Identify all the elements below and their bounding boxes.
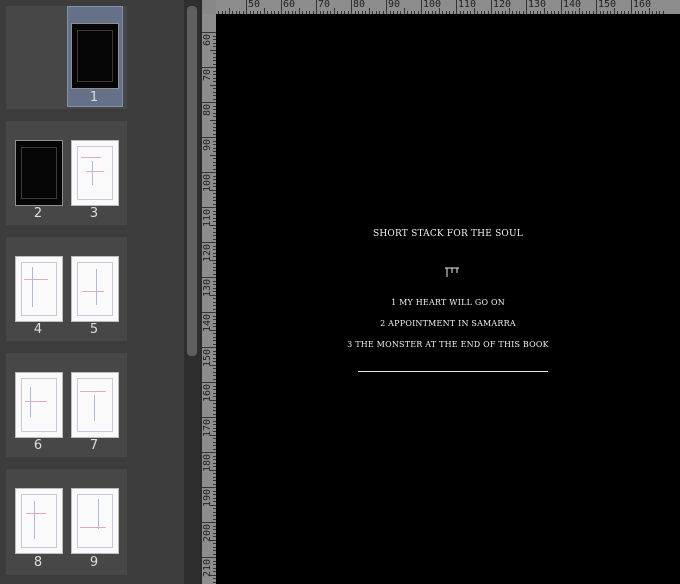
ruler-major-tick <box>386 0 387 14</box>
ruler-major-tick <box>202 207 216 208</box>
ornament-icon <box>445 267 459 277</box>
ruler-label: 80 <box>202 103 213 116</box>
spread-pages-4-5[interactable]: 4 5 <box>6 237 127 341</box>
spread-page-1[interactable]: 1 <box>6 6 127 109</box>
page-number-label: 9 <box>89 555 99 570</box>
page-thumbnail-8[interactable] <box>15 488 63 554</box>
page-thumbnail-1[interactable] <box>71 23 119 89</box>
horizontal-ruler: 50 60 70 80 90 100 110 120 130 140 150 160 <box>216 0 680 14</box>
toc-entry-1: 1 MY HEART WILL GO ON <box>391 298 505 307</box>
ruler-major-tick <box>202 382 216 383</box>
page-canvas[interactable]: SHORT STACK FOR THE SOUL 1 MY HEART WILL… <box>216 14 680 584</box>
page-number-label: 6 <box>33 438 43 453</box>
toc-entry-2: 2 APPOINTMENT IN SAMARRA <box>380 319 516 328</box>
ruler-label: 90 <box>388 0 401 10</box>
ruler-major-tick <box>526 0 527 14</box>
ruler-label: 60 <box>202 33 213 46</box>
ruler-major-tick <box>202 452 216 453</box>
page-number-label: 5 <box>89 322 99 337</box>
ruler-major-tick <box>202 347 216 348</box>
ruler-major-tick <box>202 32 216 33</box>
ruler-label: 70 <box>202 68 213 81</box>
page-thumbnail-3[interactable] <box>71 140 119 206</box>
divider-rule <box>358 371 548 372</box>
spread-pages-2-3[interactable]: 2 3 <box>6 121 127 225</box>
page-thumbnail-9[interactable] <box>71 488 119 554</box>
page-thumbnail-5[interactable] <box>71 256 119 322</box>
ruler-major-tick <box>202 172 216 173</box>
ruler-major-tick <box>246 0 247 14</box>
ruler-major-tick <box>202 277 216 278</box>
ruler-major-tick <box>351 0 352 14</box>
ruler-major-tick <box>202 312 216 313</box>
ruler-major-tick <box>202 242 216 243</box>
page-number-label: 3 <box>89 206 99 221</box>
page-thumbnail-7[interactable] <box>71 372 119 438</box>
ruler-label: 50 <box>248 0 261 10</box>
ruler-major-tick <box>631 0 632 14</box>
page-thumbnail-2[interactable] <box>15 140 63 206</box>
ruler-label: 60 <box>283 0 296 10</box>
ruler-major-tick <box>202 417 216 418</box>
ruler-label: 80 <box>353 0 366 10</box>
scrollbar-thumb[interactable] <box>187 6 197 356</box>
ruler-major-tick <box>456 0 457 14</box>
ruler-major-tick <box>316 0 317 14</box>
page-thumbnail-6[interactable] <box>15 372 63 438</box>
spread-pages-8-9[interactable]: 8 9 <box>6 469 127 575</box>
ruler-corner <box>202 0 216 14</box>
ruler-major-tick <box>202 137 216 138</box>
ruler-major-tick <box>281 0 282 14</box>
page-number-label: 4 <box>33 322 43 337</box>
page-number-label: 7 <box>89 438 99 453</box>
spread-pages-6-7[interactable]: 6 7 <box>6 353 127 457</box>
page-number-label: 2 <box>33 206 43 221</box>
ruler-major-tick <box>596 0 597 14</box>
toc-entry-3: 3 THE MONSTER AT THE END OF THIS BOOK <box>347 340 549 349</box>
page-number-label: 1 <box>89 90 99 105</box>
ruler-label: 70 <box>318 0 331 10</box>
page-thumbnail-4[interactable] <box>15 256 63 322</box>
ruler-major-tick <box>202 67 216 68</box>
book-title: SHORT STACK FOR THE SOUL <box>373 229 523 239</box>
ruler-major-tick <box>202 487 216 488</box>
ruler-major-tick <box>491 0 492 14</box>
ruler-major-tick <box>561 0 562 14</box>
page-thumbnail-panel: 1 2 3 4 5 6 7 8 9 <box>0 0 184 584</box>
ruler-major-tick <box>202 557 216 558</box>
vertical-ruler: 60 70 80 90 100 110 120 130 140 150 160 170 180 190 20… <box>202 14 216 584</box>
page-number-label: 8 <box>33 555 43 570</box>
thumbnail-scrollbar[interactable] <box>184 0 200 584</box>
ruler-major-tick <box>202 522 216 523</box>
ruler-label: 90 <box>202 138 213 151</box>
ruler-major-tick <box>202 102 216 103</box>
ruler-major-tick <box>421 0 422 14</box>
